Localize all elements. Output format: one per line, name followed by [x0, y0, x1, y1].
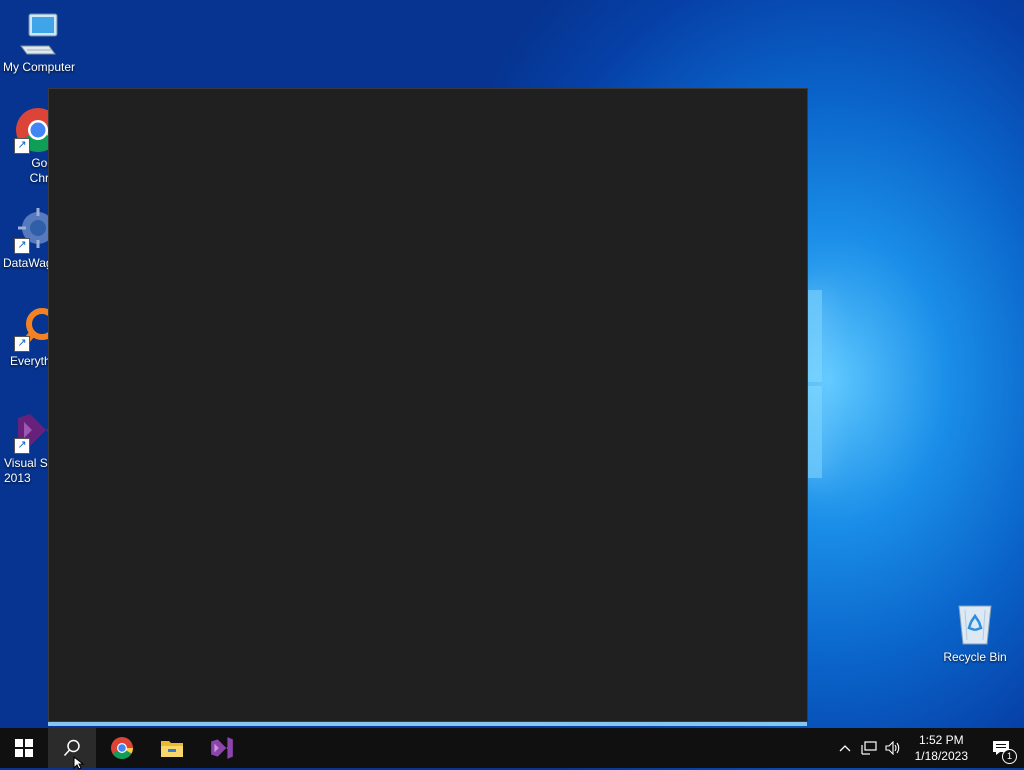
taskbar-file-explorer-button[interactable]	[148, 728, 196, 768]
wallpaper-beam	[808, 386, 822, 478]
shortcut-arrow-icon: ↗	[14, 138, 30, 154]
computer-icon	[15, 10, 63, 58]
desktop-icon-recycle-bin[interactable]: Recycle Bin	[936, 600, 1014, 665]
shortcut-arrow-icon: ↗	[14, 238, 30, 254]
speaker-icon	[885, 741, 899, 755]
network-icon	[861, 741, 877, 755]
desktop-icon-label: Recycle Bin	[943, 650, 1007, 664]
start-button[interactable]	[0, 728, 48, 768]
clock[interactable]: 1:52 PM 1/18/2023	[905, 732, 978, 764]
chrome-icon	[111, 737, 133, 759]
windows-logo-icon	[15, 739, 33, 757]
taskbar-visual-studio-button[interactable]	[198, 728, 246, 768]
search-button[interactable]	[48, 728, 96, 768]
notification-count-badge: 1	[1002, 749, 1017, 764]
volume-button[interactable]	[881, 728, 905, 768]
system-tray: 1:52 PM 1/18/2023 1	[833, 728, 1024, 768]
visual-studio-icon	[211, 737, 233, 759]
taskbar-chrome-button[interactable]	[98, 728, 146, 768]
search-icon	[63, 739, 80, 757]
window-accent-bar	[48, 722, 807, 726]
chevron-up-icon	[839, 745, 851, 752]
wallpaper-beam	[808, 290, 822, 382]
desktop-icon-my-computer[interactable]: My Computer	[0, 10, 78, 75]
taskbar: 1:52 PM 1/18/2023 1	[0, 728, 1024, 768]
show-hidden-icons-button[interactable]	[833, 728, 857, 768]
recycle-bin-icon	[951, 600, 999, 648]
app-window[interactable]	[48, 88, 808, 722]
action-center-button[interactable]: 1	[978, 728, 1024, 768]
clock-date: 1/18/2023	[914, 749, 968, 763]
clock-time: 1:52 PM	[918, 733, 964, 747]
shortcut-arrow-icon: ↗	[14, 336, 30, 352]
shortcut-arrow-icon: ↗	[14, 438, 30, 454]
desktop-icon-label: My Computer	[2, 60, 76, 74]
network-button[interactable]	[857, 728, 881, 768]
file-explorer-icon	[161, 741, 183, 757]
